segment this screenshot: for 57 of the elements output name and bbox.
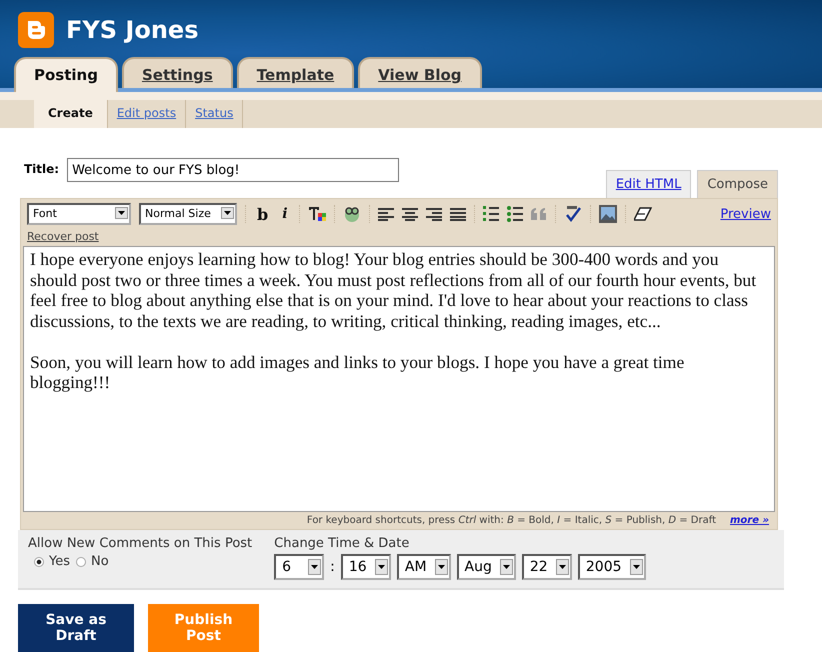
date-dropdown[interactable]: Aug [456, 554, 516, 580]
nav-tab[interactable]: Template [236, 57, 354, 88]
time-date-label: Change Time & Date [274, 536, 410, 551]
preview-link[interactable]: Preview [720, 206, 771, 222]
caret-icon [311, 565, 318, 569]
post-paragraph: I hope everyone enjoys learning how to blog! Your blog entries should be 300-400 words and you should post two or three times a week. You must post reflections from all of our fourth hour events, but feel free to blog about anything else that is on your mind. I'd love to hear about your reactions to class discussions, to the texts we are reading, to writing, critical thinking, reading images, etc... [30, 249, 758, 331]
caret-icon [558, 565, 566, 569]
date-dropdown[interactable]: 2005 [578, 554, 646, 580]
radio-button[interactable] [34, 556, 44, 566]
align-icon[interactable] [378, 207, 394, 221]
shortcut-hint: For keyboard shortcuts, press Ctrl with: B = Bold, I = Italic, S = Publish, D = Draft [306, 515, 716, 526]
bullet-list-icon[interactable] [506, 205, 523, 223]
format-button[interactable]: b [254, 204, 272, 224]
align-icon[interactable] [426, 207, 442, 221]
numbered-list-icon[interactable] [482, 205, 499, 223]
date-dropdown[interactable]: AM [396, 554, 451, 580]
save-draft-button[interactable]: Save as Draft [18, 604, 134, 652]
spellcheck-icon[interactable] [564, 205, 582, 223]
radio-button[interactable] [76, 556, 86, 566]
recover-post-link[interactable]: Recover post [27, 230, 99, 243]
title-label: Title: [24, 162, 60, 176]
post-paragraph: Soon, you will learn how to add images and links to your blogs. I hope you have a great time blogging!!! [30, 352, 686, 392]
subnav-tab[interactable]: Status [186, 100, 244, 128]
eraser-icon[interactable] [634, 207, 652, 221]
logo-icon [18, 12, 54, 48]
subnav-tab[interactable]: Edit posts [108, 100, 186, 128]
caret-icon [438, 565, 445, 569]
caret-icon [118, 211, 125, 215]
dropdown[interactable]: Normal Size [139, 203, 237, 225]
comments-label: Allow New Comments on This Post [28, 536, 252, 551]
align-icon[interactable] [402, 207, 418, 221]
date-dropdown[interactable]: 6 [274, 554, 324, 580]
more-link[interactable]: more » [730, 515, 769, 526]
nav-tab[interactable]: Settings [122, 57, 233, 88]
text-color-icon[interactable] [308, 206, 326, 222]
post-body-editor[interactable] [23, 246, 775, 512]
radio-label: Yes [49, 554, 70, 569]
nav-tab[interactable]: View Blog [358, 57, 482, 88]
radio-label: No [91, 554, 109, 569]
image-icon[interactable] [598, 205, 617, 223]
nav-tab[interactable]: Posting [14, 57, 118, 92]
caret-icon [502, 565, 510, 569]
date-dropdown[interactable]: 22 [522, 554, 572, 580]
align-icon[interactable] [450, 207, 466, 221]
caret-icon [224, 211, 231, 215]
caret-icon [632, 565, 640, 569]
subnav-tab[interactable]: Create [34, 100, 108, 128]
dropdown[interactable]: Font [27, 203, 131, 225]
caret-icon [378, 565, 385, 569]
editor-tab[interactable]: Edit HTML [606, 170, 692, 198]
blog-title: FYS Jones [66, 16, 198, 44]
link-icon[interactable] [342, 205, 361, 223]
title-field[interactable]: Welcome to our FYS blog! [67, 158, 400, 182]
format-button[interactable]: i [279, 206, 291, 222]
editor-tab[interactable]: Compose [697, 170, 778, 198]
date-dropdown[interactable]: 16 [340, 554, 391, 580]
time-separator: : [330, 559, 335, 575]
